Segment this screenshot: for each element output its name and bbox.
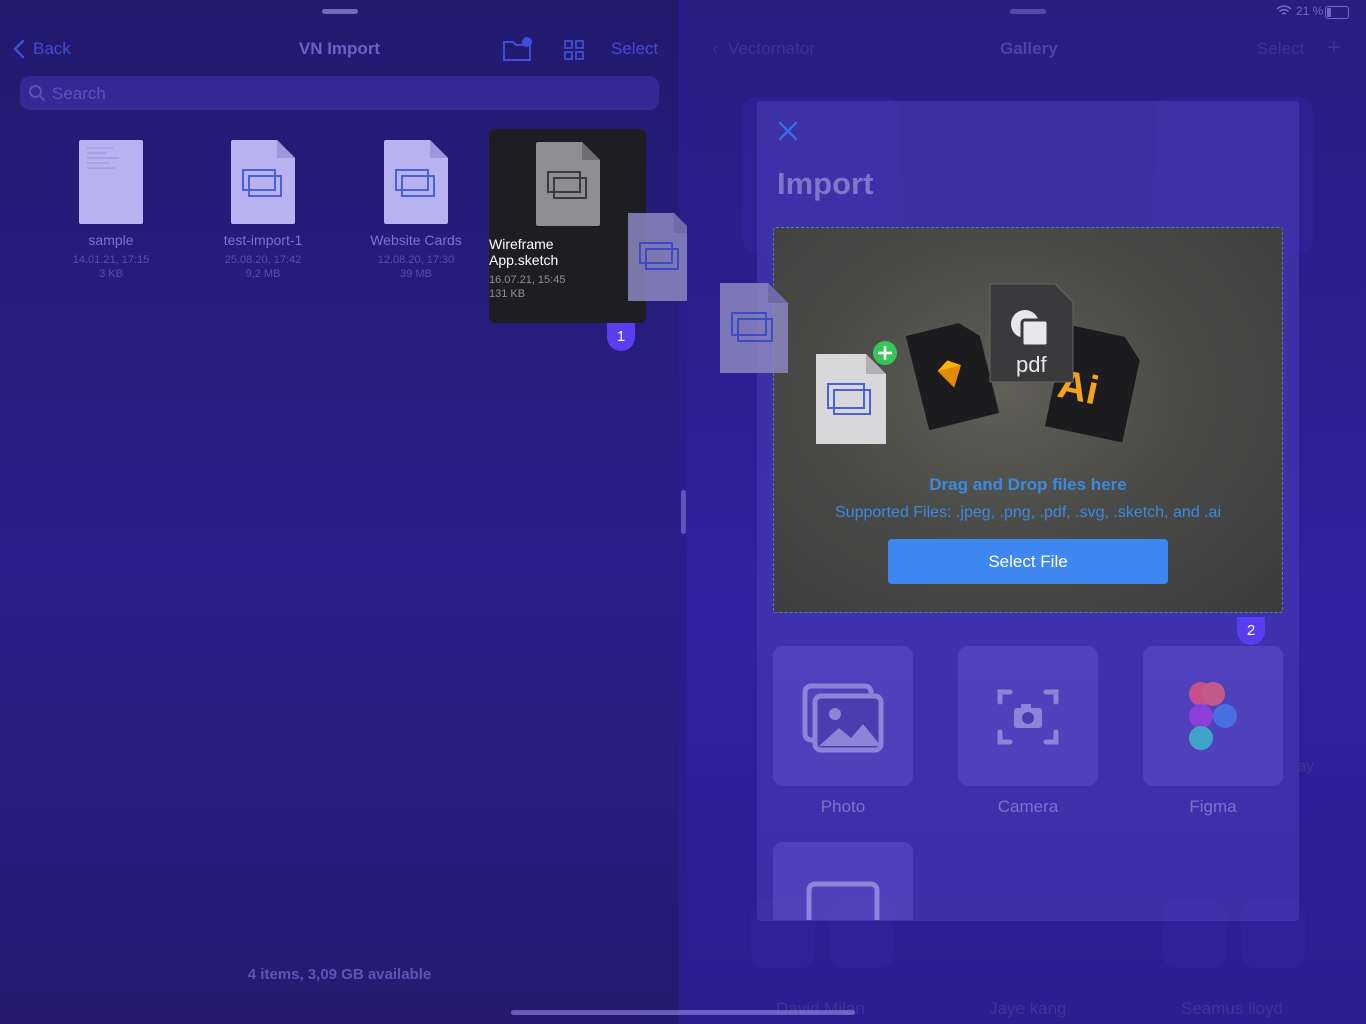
file-size: 3 KB xyxy=(99,268,123,280)
add-document-button[interactable]: + xyxy=(1327,34,1341,62)
dragged-document-icon[interactable] xyxy=(628,213,694,301)
search-icon xyxy=(29,85,45,101)
file-date: 12.08.20, 17:30 xyxy=(377,254,455,266)
folder-icon xyxy=(806,881,880,920)
drop-title: Drag and Drop files here xyxy=(929,475,1127,494)
file-size: 9,2 MB xyxy=(245,268,281,280)
gallery-title: Gallery xyxy=(1000,39,1058,58)
file-name: Website Cards xyxy=(370,232,462,248)
battery-icon xyxy=(1325,6,1349,19)
multitasking-handle[interactable] xyxy=(322,9,358,14)
file-size: 131 KB xyxy=(489,288,526,300)
pdf-label: pdf xyxy=(1016,352,1047,377)
file-date: 16.07.21, 15:45 xyxy=(489,274,566,286)
vectornator-back-button[interactable]: Vectornator xyxy=(728,39,815,59)
file-item-wireframe-selected[interactable]: Wireframe App.sketch 16.07.21, 15:45 131… xyxy=(489,129,646,323)
file-date: 14.01.21, 17:15 xyxy=(72,254,150,266)
figma-icon xyxy=(1189,682,1237,750)
truncated-label: ay xyxy=(1298,758,1314,775)
photo-icon xyxy=(802,683,884,753)
storage-status: 4 items, 3,09 GB available xyxy=(247,966,432,983)
select-button[interactable]: Select xyxy=(1257,39,1304,59)
source-label: Photo xyxy=(820,797,866,816)
file-name: test-import-1 xyxy=(223,232,303,248)
file-name: sample xyxy=(88,232,134,248)
split-view-divider[interactable] xyxy=(681,490,686,534)
gallery-author-name: Seamus lloyd xyxy=(1181,999,1284,1018)
file-size: 39 MB xyxy=(400,268,432,280)
search-input[interactable]: Search xyxy=(52,84,106,104)
new-folder-icon[interactable] xyxy=(502,36,534,62)
supported-formats-illustration: Ai pdf xyxy=(816,283,1141,444)
vectornator-document-icon xyxy=(231,140,295,224)
source-label: Camera xyxy=(997,797,1059,816)
file-name-line1: Wireframe xyxy=(489,236,554,252)
select-button[interactable]: Select xyxy=(611,39,658,59)
wifi-icon xyxy=(1276,5,1292,15)
import-title: Import xyxy=(777,166,874,201)
gallery-author-name: Jaye kang xyxy=(989,999,1067,1018)
file-item-sample[interactable]: sample 14.01.21, 17:15 3 KB xyxy=(46,140,176,281)
import-source-figma[interactable] xyxy=(1143,646,1283,786)
drag-count-badge: 1 xyxy=(607,323,635,351)
grid-view-icon[interactable] xyxy=(564,40,584,60)
import-source-photo[interactable] xyxy=(773,646,913,786)
battery-percent: 21 % xyxy=(1296,4,1324,18)
multitasking-handle[interactable] xyxy=(1010,9,1046,14)
chevron-left-icon[interactable]: ‹ xyxy=(712,39,718,59)
file-name-line2: App.sketch xyxy=(489,252,559,268)
file-item-test-import[interactable]: test-import-1 25.08.20, 17:42 9,2 MB xyxy=(198,140,328,281)
vectornator-document-icon xyxy=(384,140,448,224)
close-icon[interactable] xyxy=(776,119,800,143)
file-name: Wireframe App.sketch xyxy=(489,236,646,268)
import-source-more[interactable] xyxy=(773,842,913,920)
gallery-author-name: David Milan xyxy=(776,999,865,1018)
camera-icon xyxy=(997,689,1059,745)
dragged-document-icon[interactable] xyxy=(720,283,788,373)
select-file-button[interactable]: Select File xyxy=(888,539,1168,584)
search-field[interactable] xyxy=(20,76,659,110)
supported-files-text: Supported Files: .jpeg, .png, .pdf, .svg… xyxy=(835,504,1221,521)
home-indicator xyxy=(511,1010,855,1015)
import-source-camera[interactable] xyxy=(958,646,1098,786)
file-item-website-cards[interactable]: Website Cards 12.08.20, 17:30 39 MB xyxy=(351,140,481,281)
file-date: 25.08.20, 17:42 xyxy=(224,254,302,266)
vectornator-document-icon xyxy=(535,142,600,226)
source-label: Figma xyxy=(1189,797,1237,816)
drop-count-badge: 2 xyxy=(1237,617,1265,645)
text-document-icon xyxy=(79,140,143,224)
